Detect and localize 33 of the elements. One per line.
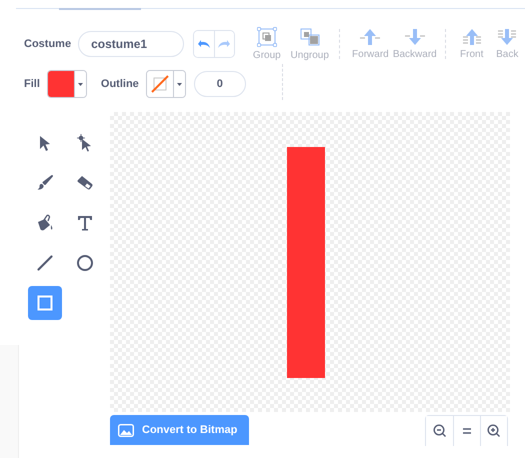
arrow-down-icon (404, 28, 426, 46)
group-icon (256, 27, 277, 47)
caret-icon (78, 82, 83, 86)
undo-icon (196, 39, 211, 49)
arrow-down-icon (496, 28, 518, 46)
text-tool-icon (76, 214, 94, 232)
paint-bucket-icon (36, 214, 54, 232)
outline-dropdown[interactable] (172, 71, 185, 97)
redo-icon (217, 39, 232, 49)
convert-to-bitmap-button[interactable]: Convert to Bitmap (110, 415, 250, 445)
fill-color-picker[interactable] (46, 70, 87, 98)
rectangle-tool-button[interactable] (28, 286, 62, 320)
ungroup-icon (298, 27, 321, 47)
circle-icon (76, 254, 94, 272)
costume-label: Costume (24, 38, 72, 50)
arrow-up-icon (359, 28, 382, 46)
fill-label: Fill (24, 78, 40, 90)
zoom-out-icon (432, 424, 446, 438)
fill-dropdown[interactable] (74, 71, 86, 97)
outline-label: Outline (100, 78, 139, 90)
picture-icon (118, 424, 134, 436)
costume-name-field[interactable]: costume1 (78, 31, 184, 57)
arrow-up-icon (460, 28, 483, 46)
drawing-canvas[interactable] (110, 112, 510, 412)
outline-width-field[interactable]: 0 (194, 71, 246, 97)
zoom-in-button[interactable] (480, 416, 507, 446)
brush-icon (36, 174, 54, 192)
outline-color-picker[interactable] (146, 70, 186, 98)
caret-icon (176, 82, 182, 86)
line-icon (36, 254, 54, 272)
square-icon (36, 294, 54, 312)
zoom-in-icon (487, 424, 501, 438)
eraser-icon (76, 174, 94, 192)
